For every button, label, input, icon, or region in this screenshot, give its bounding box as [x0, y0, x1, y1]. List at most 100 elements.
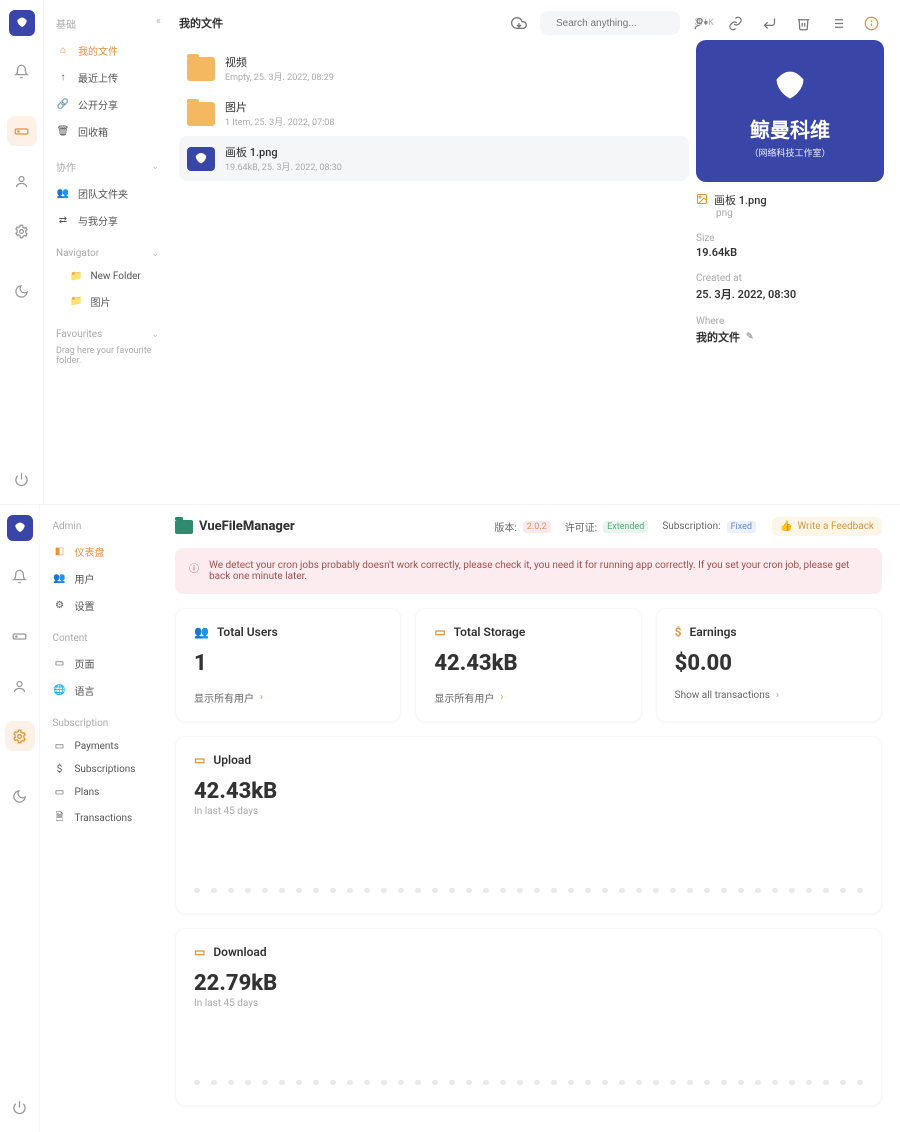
delete-icon[interactable] — [790, 10, 816, 36]
move-icon[interactable] — [756, 10, 782, 36]
icon-rail — [0, 505, 40, 1132]
upload-icon: ↑ — [56, 72, 70, 83]
drive-icon: ▭ — [52, 787, 66, 798]
rail-drive-icon[interactable] — [7, 116, 37, 146]
cloud-download-icon[interactable] — [506, 10, 532, 36]
nav-item-newfolder[interactable]: 📁New Folder — [56, 265, 159, 288]
rail-bell-icon[interactable] — [5, 561, 35, 591]
admin-sidebar: Admin ◧仪表盘 👥用户 ⚙设置 Content ▭页面 🌐语言 Subsc… — [40, 505, 157, 1132]
version-badge: 2.0.2 — [523, 521, 551, 533]
sidebar-item-recent[interactable]: ↑最近上传 — [56, 64, 159, 91]
page-icon: ▭ — [52, 658, 66, 669]
sidebar-item-dashboard[interactable]: ◧仪表盘 — [52, 538, 147, 565]
card-value: 42.43kB — [434, 651, 622, 676]
section-content: Content — [52, 633, 87, 644]
users-icon: 👥 — [56, 188, 70, 199]
feedback-button[interactable]: 👍 Write a Feedback — [772, 517, 882, 536]
sidebar-item-transactions[interactable]: 🗎Transactions — [52, 804, 147, 833]
sidebar-item-settings[interactable]: ⚙设置 — [52, 592, 147, 619]
chevron-down-icon[interactable]: ⌄ — [151, 249, 159, 259]
card-link[interactable]: Show all transactions› — [675, 690, 863, 701]
sidebar-item-pages[interactable]: ▭页面 — [52, 650, 147, 677]
file-name: 图片 — [225, 99, 334, 115]
sidebar-item-users[interactable]: 👥用户 — [52, 565, 147, 592]
image-icon — [696, 193, 708, 208]
rail-power-icon[interactable] — [7, 464, 37, 494]
sidebar-item-shared[interactable]: ⇄与我分享 — [56, 207, 159, 234]
share-icon: ⇄ — [56, 215, 70, 226]
folder-icon: 📁 — [70, 296, 82, 307]
folder-icon — [187, 102, 215, 126]
cube-icon: ◧ — [52, 546, 66, 557]
users-icon: 👥 — [194, 625, 209, 639]
globe-icon: 🌐 — [52, 685, 66, 696]
card-value: 1 — [194, 651, 382, 676]
sidebar-item-team[interactable]: 👥团队文件夹 — [56, 180, 159, 207]
file-row[interactable]: 视频 Empty, 25. 3月. 2022, 08:29 — [179, 46, 689, 91]
chevron-right-icon: › — [776, 690, 779, 701]
file-row[interactable]: 图片 1 Item, 25. 3月. 2022, 07:08 — [179, 91, 689, 136]
add-user-icon[interactable] — [688, 10, 714, 36]
info-icon[interactable] — [858, 10, 884, 36]
app-logo — [7, 515, 33, 541]
card-users: 👥Total Users 1 显示所有用户› — [175, 608, 401, 722]
sidebar-item-language[interactable]: 🌐语言 — [52, 677, 147, 704]
upload-chart — [194, 831, 863, 893]
detail-ext: png — [716, 208, 884, 219]
chevron-right-icon: › — [260, 692, 263, 703]
detail-where: 我的文件 — [696, 329, 740, 345]
sidebar-item-myfiles[interactable]: ⌂我的文件 — [56, 37, 159, 64]
collapse-icon[interactable]: « — [156, 14, 161, 27]
brand-name: VueFileManager — [199, 519, 295, 534]
image-thumbnail — [187, 147, 215, 171]
card-storage: ▭Total Storage 42.43kB 显示所有用户› — [415, 608, 641, 722]
rail-settings-icon[interactable] — [7, 216, 37, 246]
rail-bell-icon[interactable] — [7, 56, 37, 86]
link-icon: 🔗 — [56, 99, 70, 110]
section-favourites: Favourites — [56, 329, 102, 340]
section-subscription: Subscription — [52, 718, 108, 729]
details-panel: 鲸曼科维 （网络科技工作室） 画板 1.png png Size 19.64kB… — [696, 40, 884, 345]
card-link[interactable]: 显示所有用户› — [194, 690, 382, 705]
sidebar-item-share[interactable]: 🔗公开分享 — [56, 91, 159, 118]
rail-moon-icon[interactable] — [5, 781, 35, 811]
topbar: 我的文件 ⌘+K — [179, 10, 884, 36]
rail-user-icon[interactable] — [5, 671, 35, 701]
brand-icon — [175, 520, 193, 534]
rail-power-icon[interactable] — [5, 1092, 35, 1122]
gear-icon: ⚙ — [52, 600, 66, 611]
card-link[interactable]: 显示所有用户› — [434, 690, 622, 705]
file-meta: 19.64kB, 25. 3月. 2022, 08:30 — [225, 160, 342, 173]
sidebar-item-plans[interactable]: ▭Plans — [52, 781, 147, 804]
chevron-right-icon: › — [500, 692, 503, 703]
rail-moon-icon[interactable] — [7, 276, 37, 306]
chevron-down-icon[interactable]: ⌄ — [151, 162, 159, 172]
rail-settings-icon[interactable] — [5, 721, 35, 751]
file-row[interactable]: 画板 1.png 19.64kB, 25. 3月. 2022, 08:30 — [179, 136, 689, 181]
search-box[interactable]: ⌘+K — [540, 11, 680, 35]
link-icon[interactable] — [722, 10, 748, 36]
sidebar: « 基础 ⌂我的文件 ↑最近上传 🔗公开分享 🗑回收箱 协作⌄ 👥团队文件夹 ⇄… — [44, 0, 169, 504]
detail-created: 25. 3月. 2022, 08:30 — [696, 286, 884, 302]
nav-item-images[interactable]: 📁图片 — [56, 288, 159, 315]
sidebar-item-trash[interactable]: 🗑回收箱 — [56, 118, 159, 145]
file-meta: Empty, 25. 3月. 2022, 08:29 — [225, 70, 334, 83]
admin-main: VueFileManager 版本: 2.0.2 许可证: Extended S… — [157, 505, 900, 1132]
chevron-down-icon[interactable]: ⌄ — [151, 330, 159, 340]
sidebar-item-payments[interactable]: ▭Payments — [52, 735, 147, 758]
trash-icon: 🗑 — [56, 126, 70, 137]
section-navigator: Navigator — [56, 248, 99, 259]
app-logo — [9, 10, 35, 36]
file-name: 画板 1.png — [225, 144, 342, 160]
rail-drive-icon[interactable] — [5, 621, 35, 651]
view-list-icon[interactable] — [824, 10, 850, 36]
thumbs-up-icon: 👍 — [780, 521, 792, 532]
file-name: 视频 — [225, 54, 334, 70]
search-input[interactable] — [556, 18, 688, 29]
sidebar-item-subscriptions[interactable]: $Subscriptions — [52, 758, 147, 781]
rail-user-icon[interactable] — [7, 166, 37, 196]
edit-icon[interactable]: ✎ — [746, 332, 754, 342]
dollar-icon: $ — [52, 764, 66, 775]
card-icon: ▭ — [52, 741, 66, 752]
home-icon: ⌂ — [56, 45, 70, 56]
